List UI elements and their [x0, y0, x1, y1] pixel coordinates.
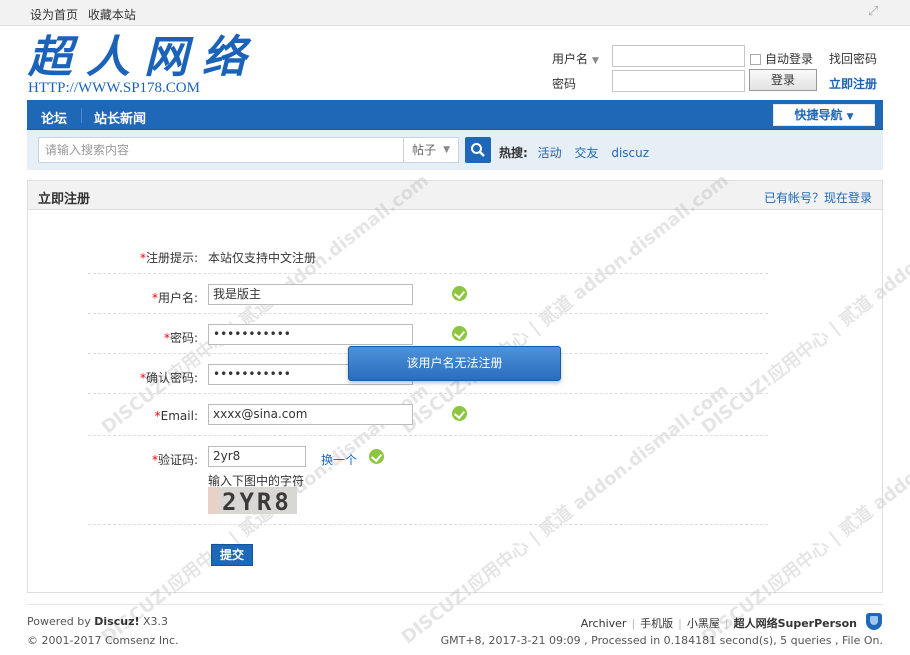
- shield-icon[interactable]: [866, 613, 882, 630]
- hint-label: *注册提示:: [139, 251, 198, 265]
- captcha-image[interactable]: 2YR8: [208, 487, 297, 514]
- login-username-input[interactable]: [612, 45, 745, 67]
- panel-header: 立即注册 已有帐号？现在登录: [28, 181, 882, 210]
- search-type-label: 帖子: [412, 143, 437, 157]
- quick-nav-button[interactable]: 快捷导航 ▼: [773, 104, 875, 126]
- hot-search: 热搜: 活动 交友 discuz: [499, 144, 658, 161]
- check-icon: [452, 406, 467, 421]
- hot-search-label: 热搜:: [499, 146, 528, 160]
- existing-account-login-link[interactable]: 已有帐号？现在登录: [764, 189, 872, 206]
- top-bar: 设为首页 收藏本站 ⤢: [0, 0, 910, 26]
- nav-item-forum[interactable]: 论坛: [41, 108, 67, 127]
- auto-login-checkbox[interactable]: 自动登录: [750, 50, 813, 67]
- copyright: © 2001-2017 Comsenz Inc.: [27, 634, 179, 647]
- search-type-select[interactable]: 帖子 ▼: [404, 137, 459, 163]
- hint-value: 本站仅支持中文注册: [208, 251, 317, 265]
- email-field-label: *Email:: [154, 409, 198, 423]
- register-link[interactable]: 立即注册: [829, 75, 877, 92]
- username-label: 用户名: [552, 52, 589, 66]
- footer-site-name[interactable]: 超人网络SuperPerson: [734, 617, 857, 630]
- footer-links: Archiver | 手机版 | 小黑屋 | 超人网络SuperPerson: [580, 617, 857, 630]
- confirm-password-field-label: *确认密码:: [139, 371, 198, 385]
- hot-keyword[interactable]: 交友: [574, 146, 598, 160]
- panel-title: 立即注册: [38, 192, 91, 207]
- powered-by: Powered by Discuz! X3.3: [27, 615, 169, 628]
- set-home-link[interactable]: 设为首页: [30, 8, 78, 22]
- captcha-input[interactable]: 2yr8: [208, 446, 306, 467]
- check-icon: [369, 449, 384, 464]
- footer-link-blackroom[interactable]: 小黑屋: [687, 617, 720, 630]
- check-icon: [452, 326, 467, 341]
- password-field-label: *密码:: [163, 331, 198, 345]
- login-password-input[interactable]: [612, 70, 745, 92]
- caret-down-icon: ▼: [443, 145, 450, 155]
- search-input[interactable]: 请输入搜索内容: [38, 137, 404, 163]
- check-icon: [452, 286, 467, 301]
- logo-text-cn: 超人网络: [28, 32, 260, 83]
- search-button[interactable]: [465, 137, 491, 163]
- search-icon: [471, 143, 485, 157]
- auto-login-label: 自动登录: [765, 52, 814, 66]
- form-row-username: *用户名: 我是版主: [88, 274, 768, 314]
- form-row-captcha: *验证码: 2yr8 换一个 输入下图中的字符: [88, 436, 768, 525]
- footer-link-mobile[interactable]: 手机版: [640, 617, 673, 630]
- caret-down-icon: ▼: [846, 112, 854, 122]
- password-label: 密码: [552, 77, 577, 91]
- main-nav: 论坛 站长新闻 快捷导航 ▼: [27, 100, 883, 130]
- captcha-change-link[interactable]: 换一个: [321, 451, 357, 468]
- hot-keyword[interactable]: 活动: [538, 146, 562, 160]
- hot-keyword[interactable]: discuz: [611, 146, 649, 160]
- register-password-input[interactable]: •••••••••••: [208, 324, 413, 345]
- captcha-image-text: 2YR8: [222, 488, 292, 514]
- error-toast: 该用户名无法注册: [348, 346, 561, 381]
- comsenz-link[interactable]: © 2001-2017 Comsenz Inc.: [27, 634, 179, 647]
- form-row-hint: *注册提示: 本站仅支持中文注册: [88, 234, 768, 274]
- submit-button[interactable]: 提交: [211, 544, 253, 566]
- nav-divider: [81, 108, 82, 123]
- forgot-password-link[interactable]: 找回密码: [829, 50, 877, 67]
- login-form: 用户名 ▼ 自动登录 找回密码 密码 登录 立即注册: [552, 44, 882, 96]
- bookmark-link[interactable]: 收藏本站: [88, 8, 136, 22]
- username-type-select[interactable]: 用户名 ▼: [552, 50, 599, 67]
- footer: Powered by Discuz! X3.3 © 2001-2017 Coms…: [27, 604, 883, 654]
- header: 超人网络 HTTP://WWW.SP178.COM 用户名 ▼ 自动登录 找回密码…: [0, 26, 910, 100]
- checkbox-icon: [750, 54, 761, 65]
- form-row-email: *Email: xxxx@sina.com: [88, 394, 768, 436]
- register-username-input[interactable]: 我是版主: [208, 284, 413, 305]
- expand-icon[interactable]: ⤢: [868, 5, 882, 19]
- footer-status: GMT+8, 2017-3-21 09:09 , Processed in 0.…: [440, 634, 883, 647]
- login-button[interactable]: 登录: [749, 69, 817, 91]
- caret-down-icon: ▼: [592, 56, 599, 66]
- nav-item-news[interactable]: 站长新闻: [94, 108, 146, 127]
- site-logo[interactable]: 超人网络 HTTP://WWW.SP178.COM: [28, 34, 260, 97]
- captcha-field-label: *验证码:: [151, 453, 198, 467]
- footer-link-archiver[interactable]: Archiver: [581, 617, 627, 630]
- top-links: 设为首页 收藏本站: [30, 6, 142, 23]
- discuz-link[interactable]: Discuz!: [94, 615, 139, 628]
- username-field-label: *用户名:: [151, 291, 198, 305]
- search-bar: 请输入搜索内容 帖子 ▼ 热搜: 活动 交友 discuz: [27, 130, 883, 170]
- quick-nav-label: 快捷导航: [794, 108, 843, 122]
- register-email-input[interactable]: xxxx@sina.com: [208, 404, 413, 425]
